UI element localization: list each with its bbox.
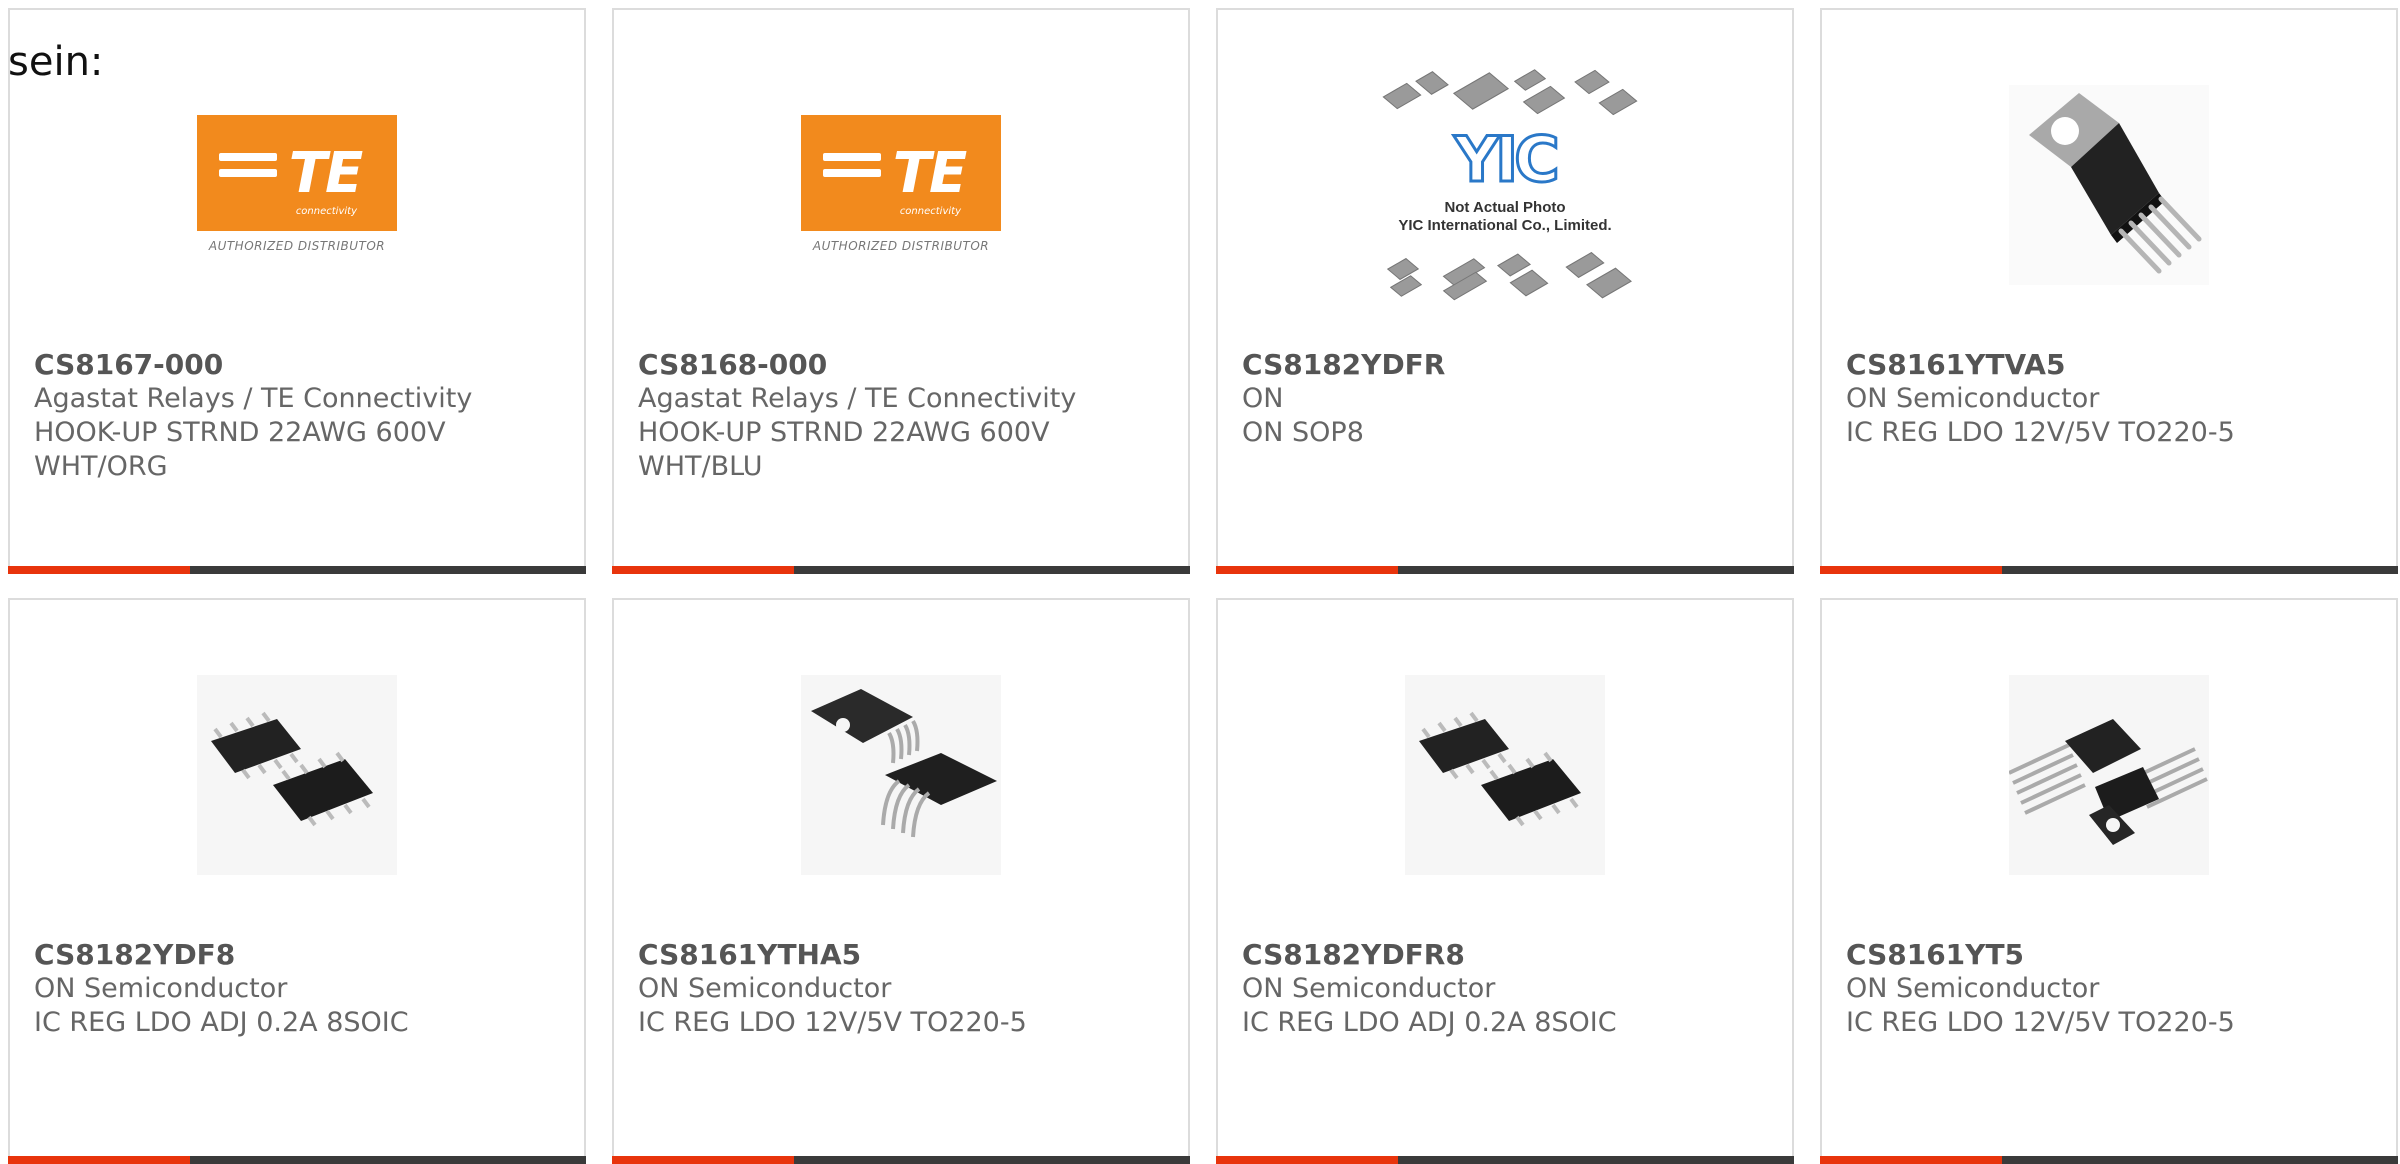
- to220-5-bent-lead-photo: [801, 675, 1001, 875]
- description: HOOK-UP STRND 22AWG 600V WHT/BLU: [638, 417, 1050, 482]
- product-image[interactable]: [1822, 70, 2396, 300]
- to220-5-package-photo: [2009, 85, 2209, 285]
- manufacturer: ON: [1242, 383, 1284, 414]
- product-grid: TE connectivity AUTHORIZED DISTRIBUTOR C…: [8, 8, 2400, 1164]
- manufacturer: ON Semiconductor: [1242, 973, 1496, 1004]
- description: HOOK-UP STRND 22AWG 600V WHT/ORG: [34, 417, 446, 482]
- product-card[interactable]: CS8182YDF8 ON Semiconductor IC REG LDO A…: [8, 598, 586, 1164]
- manufacturer: ON Semiconductor: [638, 973, 892, 1004]
- part-number-link[interactable]: CS8161YT5: [1846, 938, 2372, 972]
- te-connectivity-logo: TE connectivity AUTHORIZED DISTRIBUTOR: [801, 115, 1001, 255]
- card-bottom-bar: [612, 566, 1190, 574]
- product-card[interactable]: TE connectivity AUTHORIZED DISTRIBUTOR C…: [8, 8, 586, 574]
- product-card[interactable]: YIC Not Actual Photo YIC International C…: [1216, 8, 1794, 574]
- card-bottom-bar: [1216, 1156, 1794, 1164]
- manufacturer: Agastat Relays / TE Connectivity: [34, 383, 473, 414]
- description: IC REG LDO 12V/5V TO220-5: [1846, 417, 2235, 448]
- part-number-link[interactable]: CS8182YDFR8: [1242, 938, 1768, 972]
- to220-5-straight-lead-photo: [2009, 675, 2209, 875]
- description: IC REG LDO 12V/5V TO220-5: [638, 1007, 1027, 1038]
- product-card[interactable]: CS8161YT5 ON Semiconductor IC REG LDO 12…: [1820, 598, 2398, 1164]
- product-card[interactable]: CS8161YTVA5 ON Semiconductor IC REG LDO …: [1820, 8, 2398, 574]
- description: ON SOP8: [1242, 417, 1364, 448]
- product-image[interactable]: [1218, 660, 1792, 890]
- product-image[interactable]: [10, 660, 584, 890]
- manufacturer: ON Semiconductor: [34, 973, 288, 1004]
- te-connectivity-logo: TE connectivity AUTHORIZED DISTRIBUTOR: [197, 115, 397, 255]
- part-number-link[interactable]: CS8182YDFR: [1242, 348, 1768, 382]
- part-number-link[interactable]: CS8161YTHA5: [638, 938, 1164, 972]
- soic8-package-photo: [197, 675, 397, 875]
- card-bottom-bar: [1820, 566, 2398, 574]
- description: IC REG LDO ADJ 0.2A 8SOIC: [34, 1007, 409, 1038]
- product-image[interactable]: TE connectivity AUTHORIZED DISTRIBUTOR: [10, 70, 584, 300]
- product-card[interactable]: TE connectivity AUTHORIZED DISTRIBUTOR C…: [612, 8, 1190, 574]
- description: IC REG LDO 12V/5V TO220-5: [1846, 1007, 2235, 1038]
- yic-logo: YIC: [1453, 122, 1561, 198]
- authorized-distributor-caption: AUTHORIZED DISTRIBUTOR: [208, 239, 386, 253]
- part-number-link[interactable]: CS8168-000: [638, 348, 1164, 382]
- soic8-package-photo: [1405, 675, 1605, 875]
- manufacturer: Agastat Relays / TE Connectivity: [638, 383, 1077, 414]
- part-number-link[interactable]: CS8182YDF8: [34, 938, 560, 972]
- manufacturer: ON Semiconductor: [1846, 383, 2100, 414]
- description: IC REG LDO ADJ 0.2A 8SOIC: [1242, 1007, 1617, 1038]
- card-bottom-bar: [8, 1156, 586, 1164]
- card-bottom-bar: [612, 1156, 1190, 1164]
- intro-text: sein:: [8, 39, 104, 85]
- product-image[interactable]: TE connectivity AUTHORIZED DISTRIBUTOR: [614, 70, 1188, 300]
- authorized-distributor-caption: AUTHORIZED DISTRIBUTOR: [812, 239, 990, 253]
- product-image[interactable]: YIC Not Actual Photo YIC International C…: [1218, 69, 1792, 301]
- yic-placeholder-image: YIC Not Actual Photo YIC International C…: [1370, 65, 1640, 305]
- product-card[interactable]: CS8161YTHA5 ON Semiconductor IC REG LDO …: [612, 598, 1190, 1164]
- manufacturer: ON Semiconductor: [1846, 973, 2100, 1004]
- card-bottom-bar: [1820, 1156, 2398, 1164]
- part-number-link[interactable]: CS8167-000: [34, 348, 560, 382]
- yic-caption: Not Actual Photo YIC International Co., …: [1398, 199, 1612, 234]
- part-number-link[interactable]: CS8161YTVA5: [1846, 348, 2372, 382]
- product-card[interactable]: CS8182YDFR8 ON Semiconductor IC REG LDO …: [1216, 598, 1794, 1164]
- card-bottom-bar: [1216, 566, 1794, 574]
- product-image[interactable]: [1822, 660, 2396, 890]
- product-image[interactable]: [614, 660, 1188, 890]
- card-bottom-bar: [8, 566, 586, 574]
